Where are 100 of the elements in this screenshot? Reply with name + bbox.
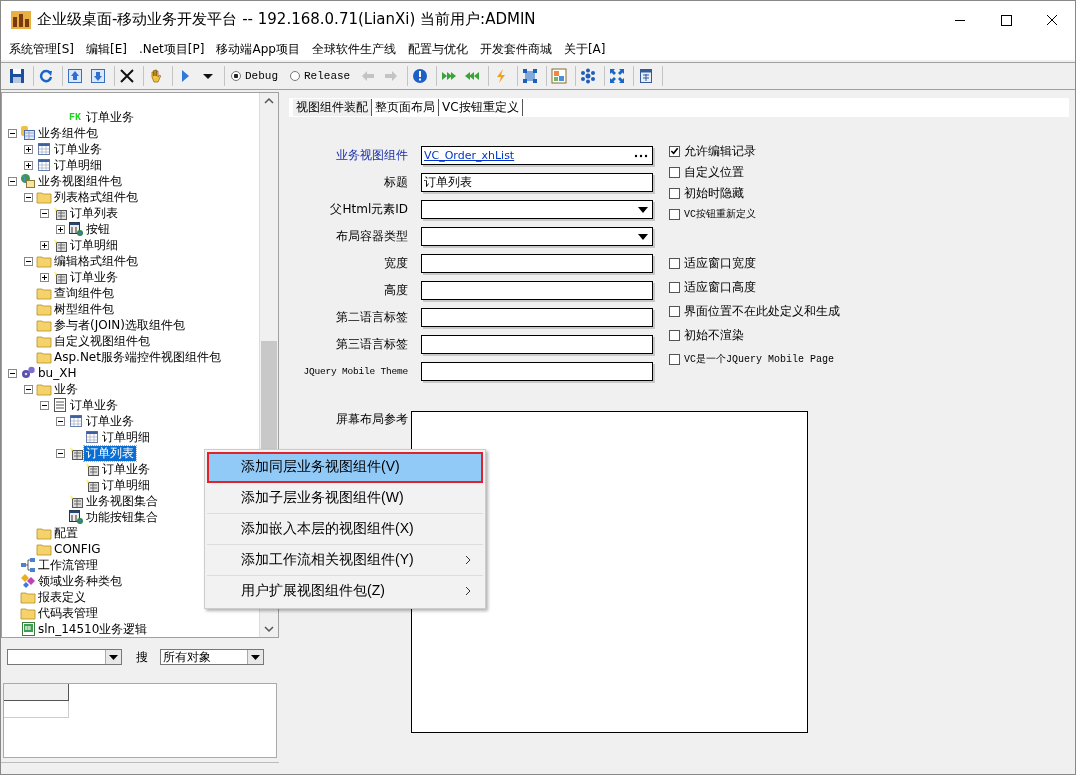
tree-item[interactable]: 列表格式组件包 (52, 189, 140, 205)
tree-item[interactable]: sln_14510业务逻辑 (36, 621, 150, 637)
checkbox[interactable] (669, 305, 680, 317)
ellipsis-icon[interactable] (634, 153, 648, 158)
menu-item[interactable]: 开发套件商城 (475, 40, 560, 58)
collapse-toggle[interactable] (56, 448, 65, 458)
radio-button[interactable] (231, 71, 241, 81)
checkbox[interactable] (669, 145, 680, 157)
expand-toggle[interactable] (40, 240, 49, 250)
form-icon (52, 397, 68, 413)
context-menu-item[interactable]: 添加子层业务视图组件(W) (207, 483, 483, 514)
context-menu-item[interactable]: 添加工作流相关视图组件(Y) (207, 545, 483, 576)
floppy-disk-icon[interactable] (7, 66, 27, 86)
tree-item[interactable]: 订单明细 (100, 477, 152, 493)
tree-item[interactable]: Asp.Net服务端控件视图组件包 (52, 349, 223, 365)
collapse-toggle[interactable] (56, 416, 65, 426)
context-menu-item[interactable]: 添加嵌入本层的视图组件(X) (207, 514, 483, 545)
text-field[interactable] (421, 335, 653, 354)
context-menu-item[interactable]: 添加同层业务视图组件(V) (207, 452, 483, 483)
radio-button[interactable] (290, 71, 300, 81)
tree-item[interactable]: 订单明细 (100, 429, 152, 445)
tree-item[interactable]: 订单业务 (52, 141, 104, 157)
checkbox[interactable] (669, 257, 680, 269)
collapse-toggle[interactable] (24, 384, 33, 394)
tree-item[interactable]: 订单明细 (52, 157, 104, 173)
folder-icon (36, 285, 52, 301)
tree-item[interactable]: 订单列表 (84, 445, 136, 461)
tree-item[interactable]: 订单业务 (68, 397, 120, 413)
menu-item[interactable]: 移动端App项目 (212, 40, 308, 58)
tree-item[interactable]: 配置 (52, 525, 80, 541)
menu-item[interactable]: 关于[A] (559, 40, 614, 58)
context-menu-item[interactable]: 用户扩展视图组件包(Z) (207, 576, 483, 606)
move-down-icon[interactable] (88, 66, 108, 86)
tree-item[interactable]: CONFIG (52, 541, 103, 557)
component-picker-field[interactable]: VC_Order_xhList (421, 146, 653, 165)
tree-item[interactable]: 业务视图集合 (84, 493, 160, 509)
component-link[interactable]: VC_Order_xhList (424, 149, 634, 162)
tree-item[interactable]: 订单业务 (68, 269, 120, 285)
text-field[interactable]: 订单列表 (421, 173, 653, 192)
tree-item[interactable]: 业务视图组件包 (36, 173, 124, 189)
collapse-toggle[interactable] (24, 192, 33, 202)
dropdown-field[interactable] (421, 227, 653, 246)
tree-item[interactable]: bu_XH (36, 365, 79, 381)
image-icon[interactable] (549, 66, 570, 86)
collapse-toggle[interactable] (8, 128, 17, 138)
tree-item[interactable]: 编辑格式组件包 (52, 253, 140, 269)
tree-item[interactable]: 订单明细 (68, 237, 120, 253)
tree-item[interactable]: 订单业务 (84, 413, 136, 429)
menu-item[interactable]: 配置与优化 (403, 40, 476, 58)
checkbox[interactable] (669, 187, 680, 199)
tree-item[interactable]: 领域业务种类包 (36, 573, 124, 589)
tree-item[interactable]: 自定义视图组件包 (52, 333, 152, 349)
text-field[interactable] (421, 308, 653, 327)
collapse-toggle[interactable] (40, 400, 49, 410)
app-icon (11, 10, 31, 29)
menu-item[interactable]: 系统管理[S] (5, 40, 82, 58)
tree-item[interactable]: 订单业务 (100, 461, 152, 477)
menu-item[interactable]: 全球软件生产线 (307, 40, 404, 58)
text-field[interactable] (421, 362, 653, 381)
menu-item[interactable]: 编辑[E] (82, 40, 135, 58)
tab[interactable]: 视图组件装配 (293, 99, 372, 116)
tree-item[interactable]: 订单列表 (68, 205, 120, 221)
tree-item[interactable]: 按钮 (84, 221, 112, 237)
grid-sparkle-icon (68, 493, 84, 509)
tree-item[interactable]: 树型组件包 (52, 301, 116, 317)
tree-item[interactable]: 功能按钮集合 (84, 509, 160, 525)
checkbox[interactable] (669, 281, 680, 293)
collapse-toggle[interactable] (24, 256, 33, 266)
tree-item[interactable]: 参与者(JOIN)选取组件包 (52, 317, 187, 333)
scope-combo[interactable]: 所有对象 (160, 649, 264, 666)
tree-item[interactable]: 查询组件包 (52, 285, 116, 301)
expand-toggle[interactable] (56, 224, 65, 234)
checkbox[interactable] (669, 208, 680, 220)
menu-item[interactable]: .Net项目[P] (134, 40, 213, 58)
tab[interactable]: VC按钮重定义 (439, 99, 523, 116)
checkbox[interactable] (669, 329, 680, 341)
move-up-icon[interactable] (65, 66, 85, 86)
checkbox[interactable] (669, 166, 680, 178)
field-label: 标题 (383, 174, 409, 191)
checkbox[interactable] (669, 353, 680, 365)
tree-item[interactable]: 报表定义 (36, 589, 88, 605)
scroll-thumb[interactable] (261, 341, 277, 451)
expand-toggle[interactable] (40, 272, 49, 282)
text-field[interactable] (421, 254, 653, 273)
tab[interactable]: 整页面布局 (372, 99, 439, 116)
tree-item[interactable]: 订单业务 (84, 109, 136, 125)
tree-item[interactable]: 业务组件包 (36, 125, 100, 141)
table-icon (84, 429, 100, 445)
text-field[interactable] (421, 281, 653, 300)
tree-item[interactable]: 工作流管理 (36, 557, 100, 573)
collapse-toggle[interactable] (8, 368, 17, 378)
dropdown-field[interactable] (421, 200, 653, 219)
collapse-toggle[interactable] (8, 176, 17, 186)
expand-toggle[interactable] (24, 144, 33, 154)
expand-toggle[interactable] (24, 160, 33, 170)
tree-item[interactable]: 代码表管理 (36, 605, 100, 621)
tree-item[interactable]: 业务 (52, 381, 80, 397)
search-combo[interactable] (7, 649, 122, 666)
collapse-toggle[interactable] (40, 208, 49, 218)
checkbox-label: 适应窗口宽度 (684, 254, 756, 272)
